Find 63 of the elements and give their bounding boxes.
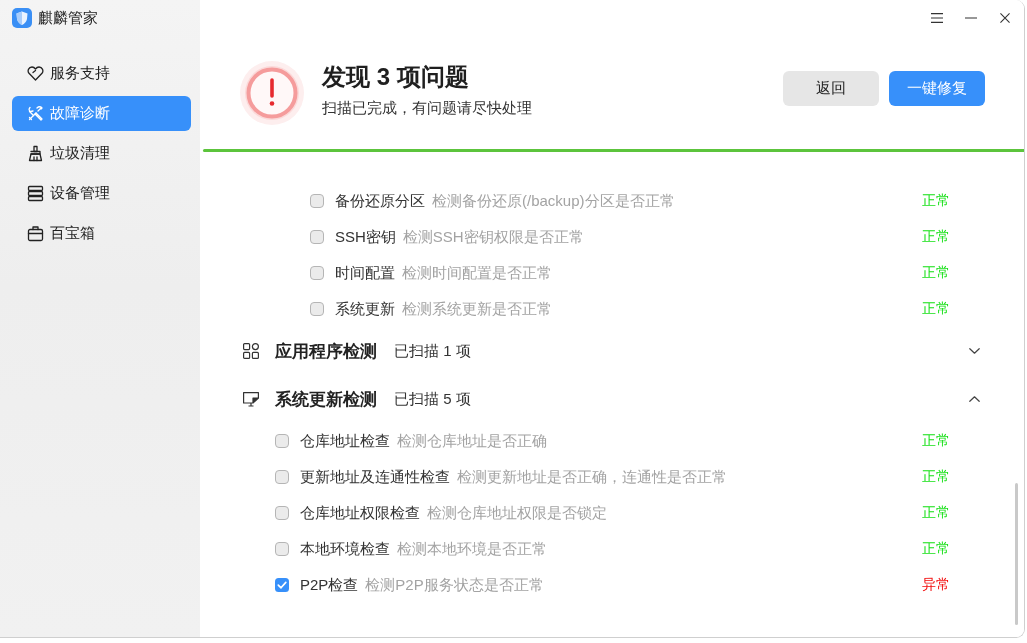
- item-description: 检测更新地址是否正确，连通性是否正常: [457, 467, 727, 487]
- minimize-icon[interactable]: [965, 17, 977, 19]
- close-icon[interactable]: [999, 13, 1011, 23]
- status-label: 正常: [922, 432, 950, 450]
- menu-icon[interactable]: [931, 13, 943, 23]
- item-description: 检测时间配置是否正常: [402, 263, 552, 283]
- heart-icon: [27, 65, 44, 82]
- back-button[interactable]: 返回: [783, 70, 879, 106]
- status-label: 正常: [922, 540, 950, 558]
- item-name: 时间配置: [335, 263, 395, 283]
- broom-icon: [27, 145, 44, 162]
- result-title: 发现 3 项问题: [322, 62, 470, 92]
- app-grid-icon: [243, 343, 259, 359]
- status-label: 正常: [922, 228, 950, 246]
- item-name: P2P检查: [300, 575, 359, 595]
- toolbox-icon: [27, 225, 44, 242]
- status-label: 正常: [922, 192, 950, 210]
- chevron-down-icon[interactable]: [969, 348, 980, 354]
- checkbox[interactable]: [275, 578, 289, 592]
- sidebar-item[interactable]: 百宝箱: [12, 216, 191, 251]
- checkbox[interactable]: [310, 194, 324, 208]
- item-name: 仓库地址检查: [300, 431, 390, 451]
- sidebar-item[interactable]: 设备管理: [12, 176, 191, 211]
- status-label: 正常: [922, 468, 950, 486]
- server-icon: [27, 185, 44, 202]
- checkbox[interactable]: [275, 542, 289, 556]
- item-description: 检测SSH密钥权限是否正常: [402, 227, 584, 247]
- item-description: 检测本地环境是否正常: [397, 539, 547, 559]
- item-name: 更新地址及连通性检查: [300, 467, 450, 487]
- scan-count: 已扫描 5 项: [394, 389, 471, 409]
- shield-logo-icon: [12, 8, 32, 28]
- item-description: 检测仓库地址权限是否锁定: [427, 503, 607, 523]
- item-description: 检测P2P服务状态是否正常: [365, 575, 544, 595]
- monitor-icon: [243, 391, 259, 407]
- checkbox[interactable]: [275, 470, 289, 484]
- checkbox[interactable]: [275, 506, 289, 520]
- checkbox[interactable]: [310, 230, 324, 244]
- sidebar-item[interactable]: 服务支持: [12, 56, 191, 91]
- checkbox[interactable]: [275, 434, 289, 448]
- item-description: 检测仓库地址是否正确: [397, 431, 547, 451]
- scrollbar-thumb[interactable]: [1015, 483, 1018, 625]
- status-label: 正常: [922, 264, 950, 282]
- chevron-up-icon[interactable]: [969, 396, 980, 402]
- item-name: 备份还原分区: [335, 191, 425, 211]
- group-title: 系统更新检测: [275, 388, 377, 411]
- app-title: 麒麟管家: [38, 8, 98, 28]
- result-subtitle: 扫描已完成，有问题请尽快处理: [322, 98, 532, 118]
- tools-icon: [27, 105, 44, 122]
- scan-count: 已扫描 1 项: [394, 341, 471, 361]
- status-label: 正常: [922, 300, 950, 318]
- checkbox[interactable]: [310, 266, 324, 280]
- sidebar-item[interactable]: 垃圾清理: [12, 136, 191, 171]
- group-title: 应用程序检测: [275, 340, 377, 363]
- item-name: 系统更新: [335, 299, 395, 319]
- status-label: 正常: [922, 504, 950, 522]
- item-description: 检测备份还原(/backup)分区是否正常: [432, 191, 675, 211]
- item-description: 检测系统更新是否正常: [402, 299, 552, 319]
- checkbox[interactable]: [310, 302, 324, 316]
- status-label: 异常: [922, 576, 950, 594]
- error-alert-icon: [240, 60, 304, 125]
- item-name: 本地环境检查: [300, 539, 390, 559]
- item-name: 仓库地址权限检查: [300, 503, 420, 523]
- item-name: SSH密钥: [335, 227, 396, 247]
